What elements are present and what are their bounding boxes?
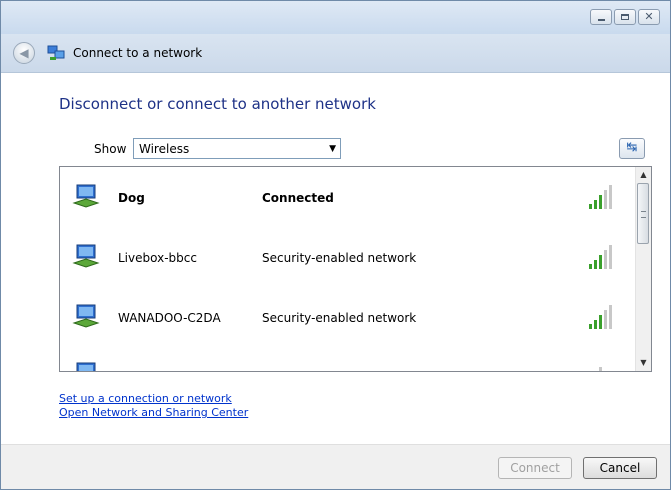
wireless-network-icon xyxy=(76,362,96,371)
scroll-down-icon[interactable]: ▼ xyxy=(636,355,651,371)
wireless-network-icon xyxy=(72,184,100,208)
show-dropdown[interactable]: Wireless ▼ xyxy=(133,138,341,159)
chevron-down-icon: ▼ xyxy=(329,144,336,154)
nav-title: Connect to a network xyxy=(73,46,203,60)
signal-strength-icon xyxy=(589,185,612,209)
window-controls: ✕ xyxy=(590,9,660,25)
network-row-wanadoo[interactable]: WANADOO-C2DA Security-enabled network xyxy=(60,287,636,347)
network-row-dog[interactable]: Dog Connected xyxy=(60,167,636,227)
refresh-icon: ↹ xyxy=(626,140,638,155)
wireless-network-icon xyxy=(72,304,100,328)
close-button[interactable]: ✕ xyxy=(638,9,660,25)
dialog-footer: Connect Cancel xyxy=(1,444,670,489)
network-name: Dog xyxy=(118,191,145,205)
cancel-button[interactable]: Cancel xyxy=(583,457,657,479)
network-status: Connected xyxy=(262,191,334,205)
scroll-thumb[interactable] xyxy=(637,183,649,244)
back-button[interactable]: ◀ xyxy=(13,42,35,64)
connect-network-window: ✕ ◀ Connect to a network Disconnect or c… xyxy=(0,0,671,490)
network-list-scrollbar[interactable]: ▲ ▼ xyxy=(635,167,651,371)
network-name: Livebox-bbcc xyxy=(118,251,197,265)
connect-button[interactable]: Connect xyxy=(498,457,572,479)
title-bar: ✕ xyxy=(1,1,670,34)
navigation-bar: ◀ Connect to a network xyxy=(1,34,670,73)
show-label: Show xyxy=(94,142,127,156)
page-heading: Disconnect or connect to another network xyxy=(59,95,376,113)
network-row-partial[interactable] xyxy=(60,347,636,371)
network-status: Security-enabled network xyxy=(262,251,417,265)
network-list: Dog Connected Livebox-bbcc Security-enab… xyxy=(59,166,652,372)
network-row-livebox[interactable]: Livebox-bbcc Security-enabled network xyxy=(60,227,636,287)
wireless-network-icon xyxy=(72,244,100,268)
network-sharing-center-link[interactable]: Open Network and Sharing Center xyxy=(59,406,248,419)
refresh-button[interactable]: ↹ xyxy=(619,138,645,159)
signal-strength-icon xyxy=(599,367,602,371)
network-name: WANADOO-C2DA xyxy=(118,311,221,325)
setup-connection-link[interactable]: Set up a connection or network xyxy=(59,392,232,405)
network-status: Security-enabled network xyxy=(262,311,417,325)
scroll-up-icon[interactable]: ▲ xyxy=(636,167,651,183)
signal-strength-icon xyxy=(589,245,612,269)
show-dropdown-value: Wireless xyxy=(139,142,190,156)
minimize-button[interactable] xyxy=(590,9,612,25)
network-connect-icon xyxy=(47,45,65,60)
signal-strength-icon xyxy=(589,305,612,329)
maximize-button[interactable] xyxy=(614,9,636,25)
